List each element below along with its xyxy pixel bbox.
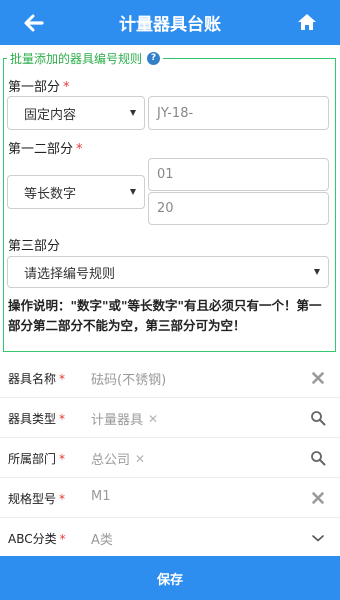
department-chip: 总公司 ✕ [91, 449, 145, 469]
home-icon[interactable] [296, 11, 318, 33]
part2-start-value: 01 [157, 167, 174, 182]
form-row-instrument-type[interactable]: 器具类型 * 计量器具 ✕ [0, 398, 340, 438]
part1-rule-select[interactable]: 固定内容 [7, 96, 145, 130]
spec-model-value[interactable]: M1 [91, 489, 111, 504]
field-label: 规格型号 * [8, 490, 65, 507]
chevron-down-icon[interactable] [310, 530, 326, 546]
part3-label: 第三部分 [8, 235, 60, 254]
field-value-text: 计量器具 [91, 413, 144, 428]
field-label: 器具类型 * [8, 410, 65, 427]
required-mark: * [59, 532, 66, 546]
part2-label: 第一二部分 * [8, 138, 83, 157]
required-mark: * [76, 142, 83, 157]
numbering-rule-section: 批量添加的器具编号规则 ? 第一部分 * 固定内容 JY-18- 第一二部分 * 等… [3, 50, 336, 352]
required-mark: * [59, 452, 66, 466]
part1-label: 第一部分 * [8, 76, 70, 95]
part2-end-value: 20 [157, 201, 174, 216]
field-label-text: 规格型号 [8, 492, 57, 506]
chip-remove-icon[interactable]: ✕ [135, 452, 145, 466]
required-mark: * [59, 492, 66, 506]
rule-legend: 批量添加的器具编号规则 ? [7, 50, 164, 66]
page-title: 计量器具台账 [119, 15, 221, 35]
required-mark: * [59, 412, 66, 426]
header-bar: 计量器具台账 [0, 0, 340, 45]
operation-note: 操作说明："数字"或"等长数字"有且必须只有一个！第一部分第二部分不能为空，第三… [8, 298, 322, 333]
required-mark: * [59, 372, 66, 386]
clear-icon[interactable] [310, 370, 326, 386]
search-icon[interactable] [310, 450, 326, 466]
part2-label-text: 第一二部分 [8, 142, 74, 157]
form-row-abc-class[interactable]: ABC分类 * A类 [0, 518, 340, 558]
part1-select-value: 固定内容 [24, 107, 77, 123]
search-icon[interactable] [310, 410, 326, 426]
form-row-department[interactable]: 所属部门 * 总公司 ✕ [0, 438, 340, 478]
save-button-label: 保存 [156, 572, 183, 588]
required-mark: * [63, 80, 70, 95]
field-label: ABC分类 * [8, 530, 66, 547]
field-value-text: 砝码(不锈钢) [91, 373, 167, 388]
field-label-text: 器具名称 [8, 372, 57, 386]
instrument-type-chip: 计量器具 ✕ [91, 409, 158, 429]
part2-start-input[interactable]: 01 [148, 158, 329, 191]
part3-rule-select[interactable]: 请选择编号规则 [7, 256, 329, 288]
part2-rule-select[interactable]: 等长数字 [7, 175, 145, 209]
field-label: 器具名称 * [8, 370, 65, 387]
field-value-text: A类 [91, 533, 113, 548]
part3-select-value: 请选择编号规则 [24, 266, 116, 282]
clear-icon[interactable] [310, 490, 326, 506]
part1-label-text: 第一部分 [8, 80, 61, 95]
abc-class-value[interactable]: A类 [91, 529, 113, 548]
field-value-text: 总公司 [91, 453, 131, 468]
caret-down-icon [314, 269, 320, 275]
caret-down-icon [130, 110, 136, 116]
help-icon[interactable]: ? [147, 51, 161, 65]
caret-down-icon [130, 189, 136, 195]
part2-select-value: 等长数字 [24, 186, 77, 202]
form-row-instrument-name[interactable]: 器具名称 * 砝码(不锈钢) [0, 358, 340, 398]
part2-end-input[interactable]: 20 [148, 192, 329, 225]
field-value-text: M1 [91, 489, 111, 504]
part3-label-text: 第三部分 [8, 239, 61, 254]
back-arrow-icon[interactable] [22, 12, 46, 34]
part1-input[interactable]: JY-18- [148, 96, 329, 130]
field-label-text: 所属部门 [8, 452, 57, 466]
save-button[interactable]: 保存 [0, 556, 340, 600]
field-label-text: 器具类型 [8, 412, 57, 426]
field-label: 所属部门 * [8, 450, 65, 467]
part1-input-value: JY-18- [157, 105, 194, 121]
rule-legend-text: 批量添加的器具编号规则 [10, 51, 143, 66]
form-row-spec-model[interactable]: 规格型号 * M1 [0, 478, 340, 518]
chip-remove-icon[interactable]: ✕ [148, 412, 158, 426]
field-label-text: ABC分类 [8, 532, 57, 546]
instrument-name-value[interactable]: 砝码(不锈钢) [91, 369, 166, 388]
